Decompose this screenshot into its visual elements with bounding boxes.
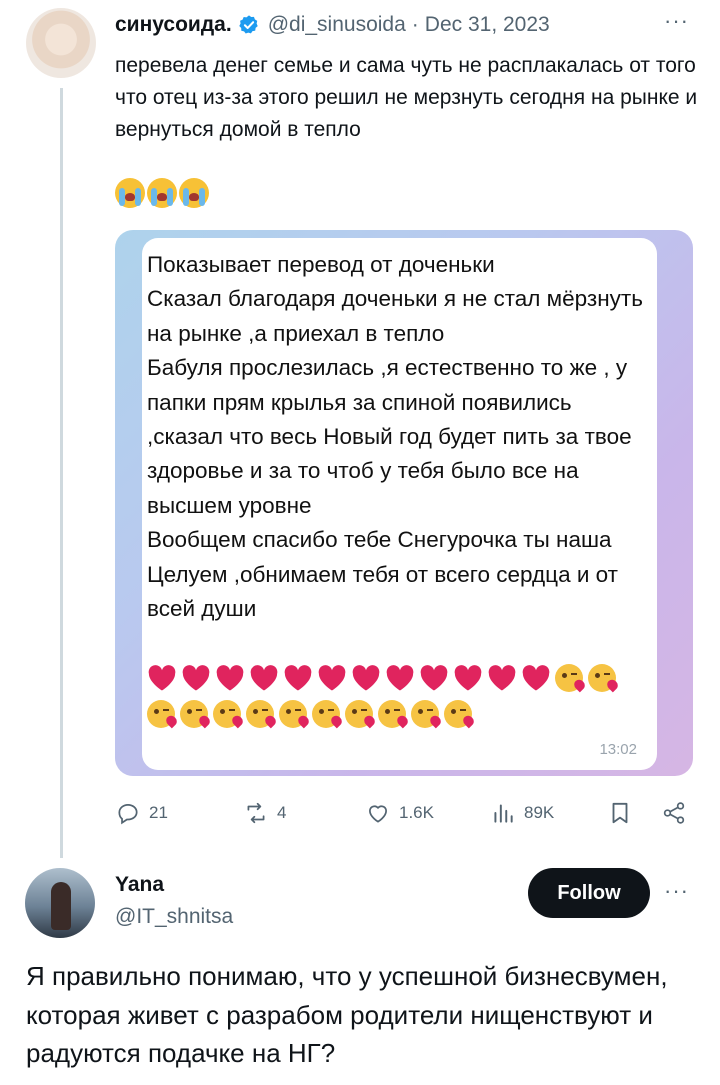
message-time: 13:02 (599, 741, 637, 758)
bookmark-icon (612, 802, 628, 824)
like-count: 1.6K (399, 803, 434, 822)
red-heart-icon (522, 664, 550, 691)
face-blowing-kiss-icon (411, 699, 439, 728)
views-chart-icon (494, 804, 513, 823)
face-blowing-kiss-icon (345, 699, 373, 728)
tweet-media-image[interactable]: Показывает перевод от доченьки Сказал бл… (115, 230, 693, 776)
face-blowing-kiss-icon (147, 699, 175, 728)
crying-emoji-row (115, 178, 209, 208)
crying-face-icon (147, 178, 177, 208)
verified-badge-icon (238, 15, 258, 34)
red-heart-icon (148, 664, 176, 691)
repost-icon (247, 802, 265, 824)
reply-author-handle[interactable]: @IT_shnitsa (115, 905, 233, 929)
message-emoji-line (147, 660, 647, 732)
message-bubble: Показывает перевод от доченьки Сказал бл… (142, 238, 657, 770)
message-text: Показывает перевод от доченьки Сказал бл… (147, 252, 643, 622)
author-avatar[interactable] (26, 8, 96, 78)
bookmark-button[interactable] (607, 800, 633, 826)
reply-author-avatar[interactable] (25, 868, 95, 938)
face-blowing-kiss-icon (279, 699, 307, 728)
thread-line (60, 88, 63, 858)
reply-more-options-icon[interactable]: ··· (664, 878, 689, 904)
repost-button[interactable]: 4 (243, 800, 286, 826)
reply-icon (118, 804, 138, 825)
face-blowing-kiss-icon (312, 699, 340, 728)
red-heart-icon (284, 664, 312, 691)
reply-count: 21 (149, 803, 168, 822)
red-heart-icon (182, 664, 210, 691)
face-blowing-kiss-icon (378, 699, 406, 728)
reply-button[interactable]: 21 (115, 800, 168, 826)
author-handle[interactable]: @di_sinusoida (268, 13, 406, 37)
red-heart-icon (488, 664, 516, 691)
views-button[interactable]: 89K (490, 800, 554, 826)
face-blowing-kiss-icon (444, 699, 472, 728)
share-button[interactable] (661, 800, 687, 826)
like-button[interactable]: 1.6K (365, 800, 434, 826)
red-heart-icon (420, 664, 448, 691)
share-icon (663, 802, 685, 824)
red-heart-icon (318, 664, 346, 691)
tweet-action-bar: 21 4 1.6K 89K (115, 800, 695, 830)
face-blowing-kiss-icon (555, 663, 583, 692)
more-options-icon[interactable]: ··· (664, 8, 689, 34)
face-blowing-kiss-icon (180, 699, 208, 728)
face-blowing-kiss-icon (588, 663, 616, 692)
red-heart-icon (454, 664, 482, 691)
tweet-text: перевела денег семье и сама чуть не расп… (115, 54, 698, 141)
views-count: 89K (524, 803, 555, 822)
red-heart-icon (352, 664, 380, 691)
separator-dot: · (411, 13, 419, 36)
tweet-date[interactable]: Dec 31, 2023 (425, 13, 550, 37)
face-blowing-kiss-icon (213, 699, 241, 728)
heart-outline-icon (369, 805, 387, 823)
crying-face-icon (179, 178, 209, 208)
face-blowing-kiss-icon (246, 699, 274, 728)
red-heart-icon (250, 664, 278, 691)
red-heart-icon (386, 664, 414, 691)
red-heart-icon (216, 664, 244, 691)
reply-text: Я правильно понимаю, что у успешной бизн… (26, 961, 668, 1068)
follow-button[interactable]: Follow (528, 868, 650, 918)
tweet-header: синусоида. @di_sinusoida · Dec 31, 2023 (115, 10, 550, 40)
author-name[interactable]: синусоида. (115, 13, 232, 37)
crying-face-icon (115, 178, 145, 208)
reply-author-name[interactable]: Yana (115, 873, 164, 897)
repost-count: 4 (277, 803, 287, 822)
